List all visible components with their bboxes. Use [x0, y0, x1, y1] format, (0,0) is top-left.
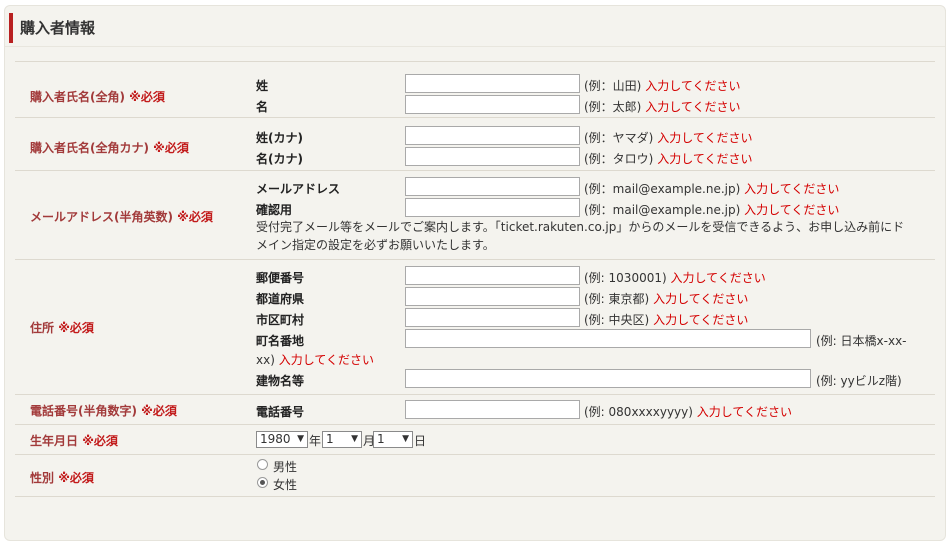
- field-label-last-name: 姓: [256, 79, 269, 93]
- error-message: 入力してください: [657, 131, 753, 145]
- field-label-last-name-kana: 姓(カナ): [256, 131, 303, 145]
- example-text: (例：山田) 入力してください: [584, 79, 741, 93]
- gender-female-label: 女性: [273, 478, 298, 492]
- purchaser-form: 購入者氏名(全角) ※必須 姓 (例：山田) 入力してください 名 (例：太郎)…: [15, 61, 935, 497]
- row-label: 電話番号(半角数字) ※必須: [30, 404, 177, 418]
- title-accent-bar: [9, 13, 13, 43]
- error-message: 入力してください: [653, 292, 749, 306]
- example-text: (例: 080xxxxyyyy) 入力してください: [584, 405, 793, 419]
- email-note: 受付完了メール等をメールでご案内します。「ticket.rakuten.co.j…: [256, 220, 905, 252]
- example-text: (例: 中央区) 入力してください: [584, 313, 749, 327]
- chevron-down-icon: ▼: [297, 434, 304, 444]
- gender-male-radio[interactable]: [257, 459, 268, 470]
- required-mark: ※必須: [153, 141, 189, 155]
- building-input[interactable]: [405, 369, 811, 388]
- row-name-kana: 購入者氏名(全角カナ) ※必須 姓(カナ) (例：ヤマダ) 入力してください 名…: [15, 117, 935, 171]
- first-name-input[interactable]: [405, 95, 580, 114]
- required-mark: ※必須: [129, 90, 165, 104]
- field-label-prefecture: 都道府県: [256, 292, 305, 306]
- birth-month-select[interactable]: 1 ▼: [322, 431, 362, 448]
- error-message: 入力してください: [744, 203, 840, 217]
- required-mark: ※必須: [58, 321, 94, 335]
- row-birthdate: 生年月日 ※必須 1980 ▼ 年 1 ▼ 月 1 ▼ 日: [15, 424, 935, 455]
- example-text: (例：太郎) 入力してください: [584, 100, 741, 114]
- email-confirm-input[interactable]: [405, 198, 580, 217]
- field-label-city: 市区町村: [256, 313, 305, 327]
- field-label-first-name-kana: 名(カナ): [256, 152, 303, 166]
- example-text: (例: yyビルz階): [816, 374, 902, 388]
- example-text: (例: 日本橋x-xx-: [816, 334, 907, 348]
- gender-male-label: 男性: [273, 460, 298, 474]
- example-text: (例：mail@example.ne.jp) 入力してください: [584, 182, 840, 196]
- error-message: 入力してください: [278, 353, 374, 367]
- row-label: メールアドレス(半角英数) ※必須: [30, 210, 213, 224]
- required-mark: ※必須: [82, 434, 118, 448]
- section-title: 購入者情報: [20, 19, 96, 37]
- row-label: 購入者氏名(全角) ※必須: [30, 90, 165, 104]
- first-name-kana-input[interactable]: [405, 147, 580, 166]
- phone-input[interactable]: [405, 400, 580, 419]
- street-input[interactable]: [405, 329, 811, 348]
- example-text: (例：タロウ) 入力してください: [584, 152, 753, 166]
- day-unit: 日: [414, 434, 427, 448]
- error-message: 入力してください: [645, 100, 741, 114]
- title-divider: [5, 46, 945, 47]
- email-input[interactable]: [405, 177, 580, 196]
- field-label-first-name: 名: [256, 100, 269, 114]
- field-label-email: メールアドレス: [256, 182, 341, 196]
- birth-year-select[interactable]: 1980 ▼: [256, 431, 308, 448]
- row-gender: 性別 ※必須 男性 女性: [15, 454, 935, 497]
- row-label: 住所 ※必須: [30, 321, 94, 335]
- birthdate-selects: 1980 ▼ 年 1 ▼ 月 1 ▼ 日: [256, 431, 456, 448]
- field-label-email-confirm: 確認用: [256, 203, 293, 217]
- last-name-input[interactable]: [405, 74, 580, 93]
- example-text: (例：mail@example.ne.jp) 入力してください: [584, 203, 840, 217]
- required-mark: ※必須: [58, 471, 94, 485]
- row-label: 購入者氏名(全角カナ) ※必須: [30, 141, 189, 155]
- example-text: (例：ヤマダ) 入力してください: [584, 131, 753, 145]
- row-label: 性別 ※必須: [30, 471, 94, 485]
- year-unit: 年: [309, 434, 322, 448]
- error-message: 入力してください: [653, 313, 749, 327]
- row-label: 生年月日 ※必須: [30, 434, 118, 448]
- example-text-cont: xx) 入力してください: [256, 353, 374, 367]
- error-message: 入力してください: [645, 79, 741, 93]
- postal-code-input[interactable]: [405, 266, 580, 285]
- required-mark: ※必須: [177, 210, 213, 224]
- example-text: (例: 1030001) 入力してください: [584, 271, 766, 285]
- error-message: 入力してください: [670, 271, 766, 285]
- field-label-phone: 電話番号: [256, 405, 305, 419]
- city-input[interactable]: [405, 308, 580, 327]
- chevron-down-icon: ▼: [351, 434, 358, 444]
- required-mark: ※必須: [141, 404, 177, 418]
- error-message: 入力してください: [744, 182, 840, 196]
- row-email: メールアドレス(半角英数) ※必須 メールアドレス (例：mail@exampl…: [15, 170, 935, 260]
- last-name-kana-input[interactable]: [405, 126, 580, 145]
- birth-day-select[interactable]: 1 ▼: [373, 431, 413, 448]
- prefecture-input[interactable]: [405, 287, 580, 306]
- row-address: 住所 ※必須 郵便番号 (例: 1030001) 入力してください 都道府県 (…: [15, 259, 935, 395]
- field-label-postal-code: 郵便番号: [256, 271, 305, 285]
- row-phone: 電話番号(半角数字) ※必須 電話番号 (例: 080xxxxyyyy) 入力し…: [15, 394, 935, 425]
- field-label-building: 建物名等: [256, 374, 305, 388]
- row-name-kanji: 購入者氏名(全角) ※必須 姓 (例：山田) 入力してください 名 (例：太郎)…: [15, 62, 935, 118]
- field-label-street: 町名番地: [256, 334, 305, 348]
- gender-female-radio[interactable]: [257, 477, 268, 488]
- error-message: 入力してください: [696, 405, 793, 419]
- chevron-down-icon: ▼: [402, 434, 409, 444]
- error-message: 入力してください: [657, 152, 753, 166]
- example-text: (例: 東京都) 入力してください: [584, 292, 749, 306]
